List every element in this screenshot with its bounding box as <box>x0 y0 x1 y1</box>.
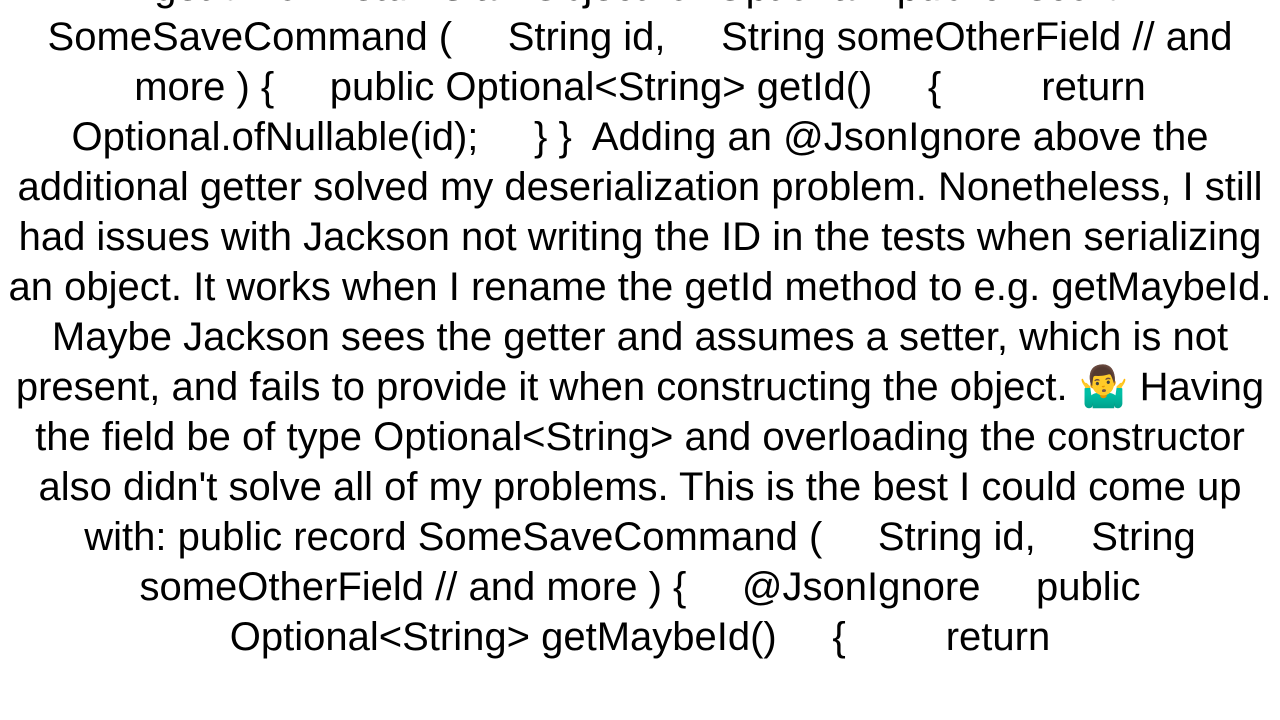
document-viewport: getId now returns an Object for Optional… <box>0 0 1280 720</box>
document-body-text: getId now returns an Object for Optional… <box>0 0 1280 662</box>
